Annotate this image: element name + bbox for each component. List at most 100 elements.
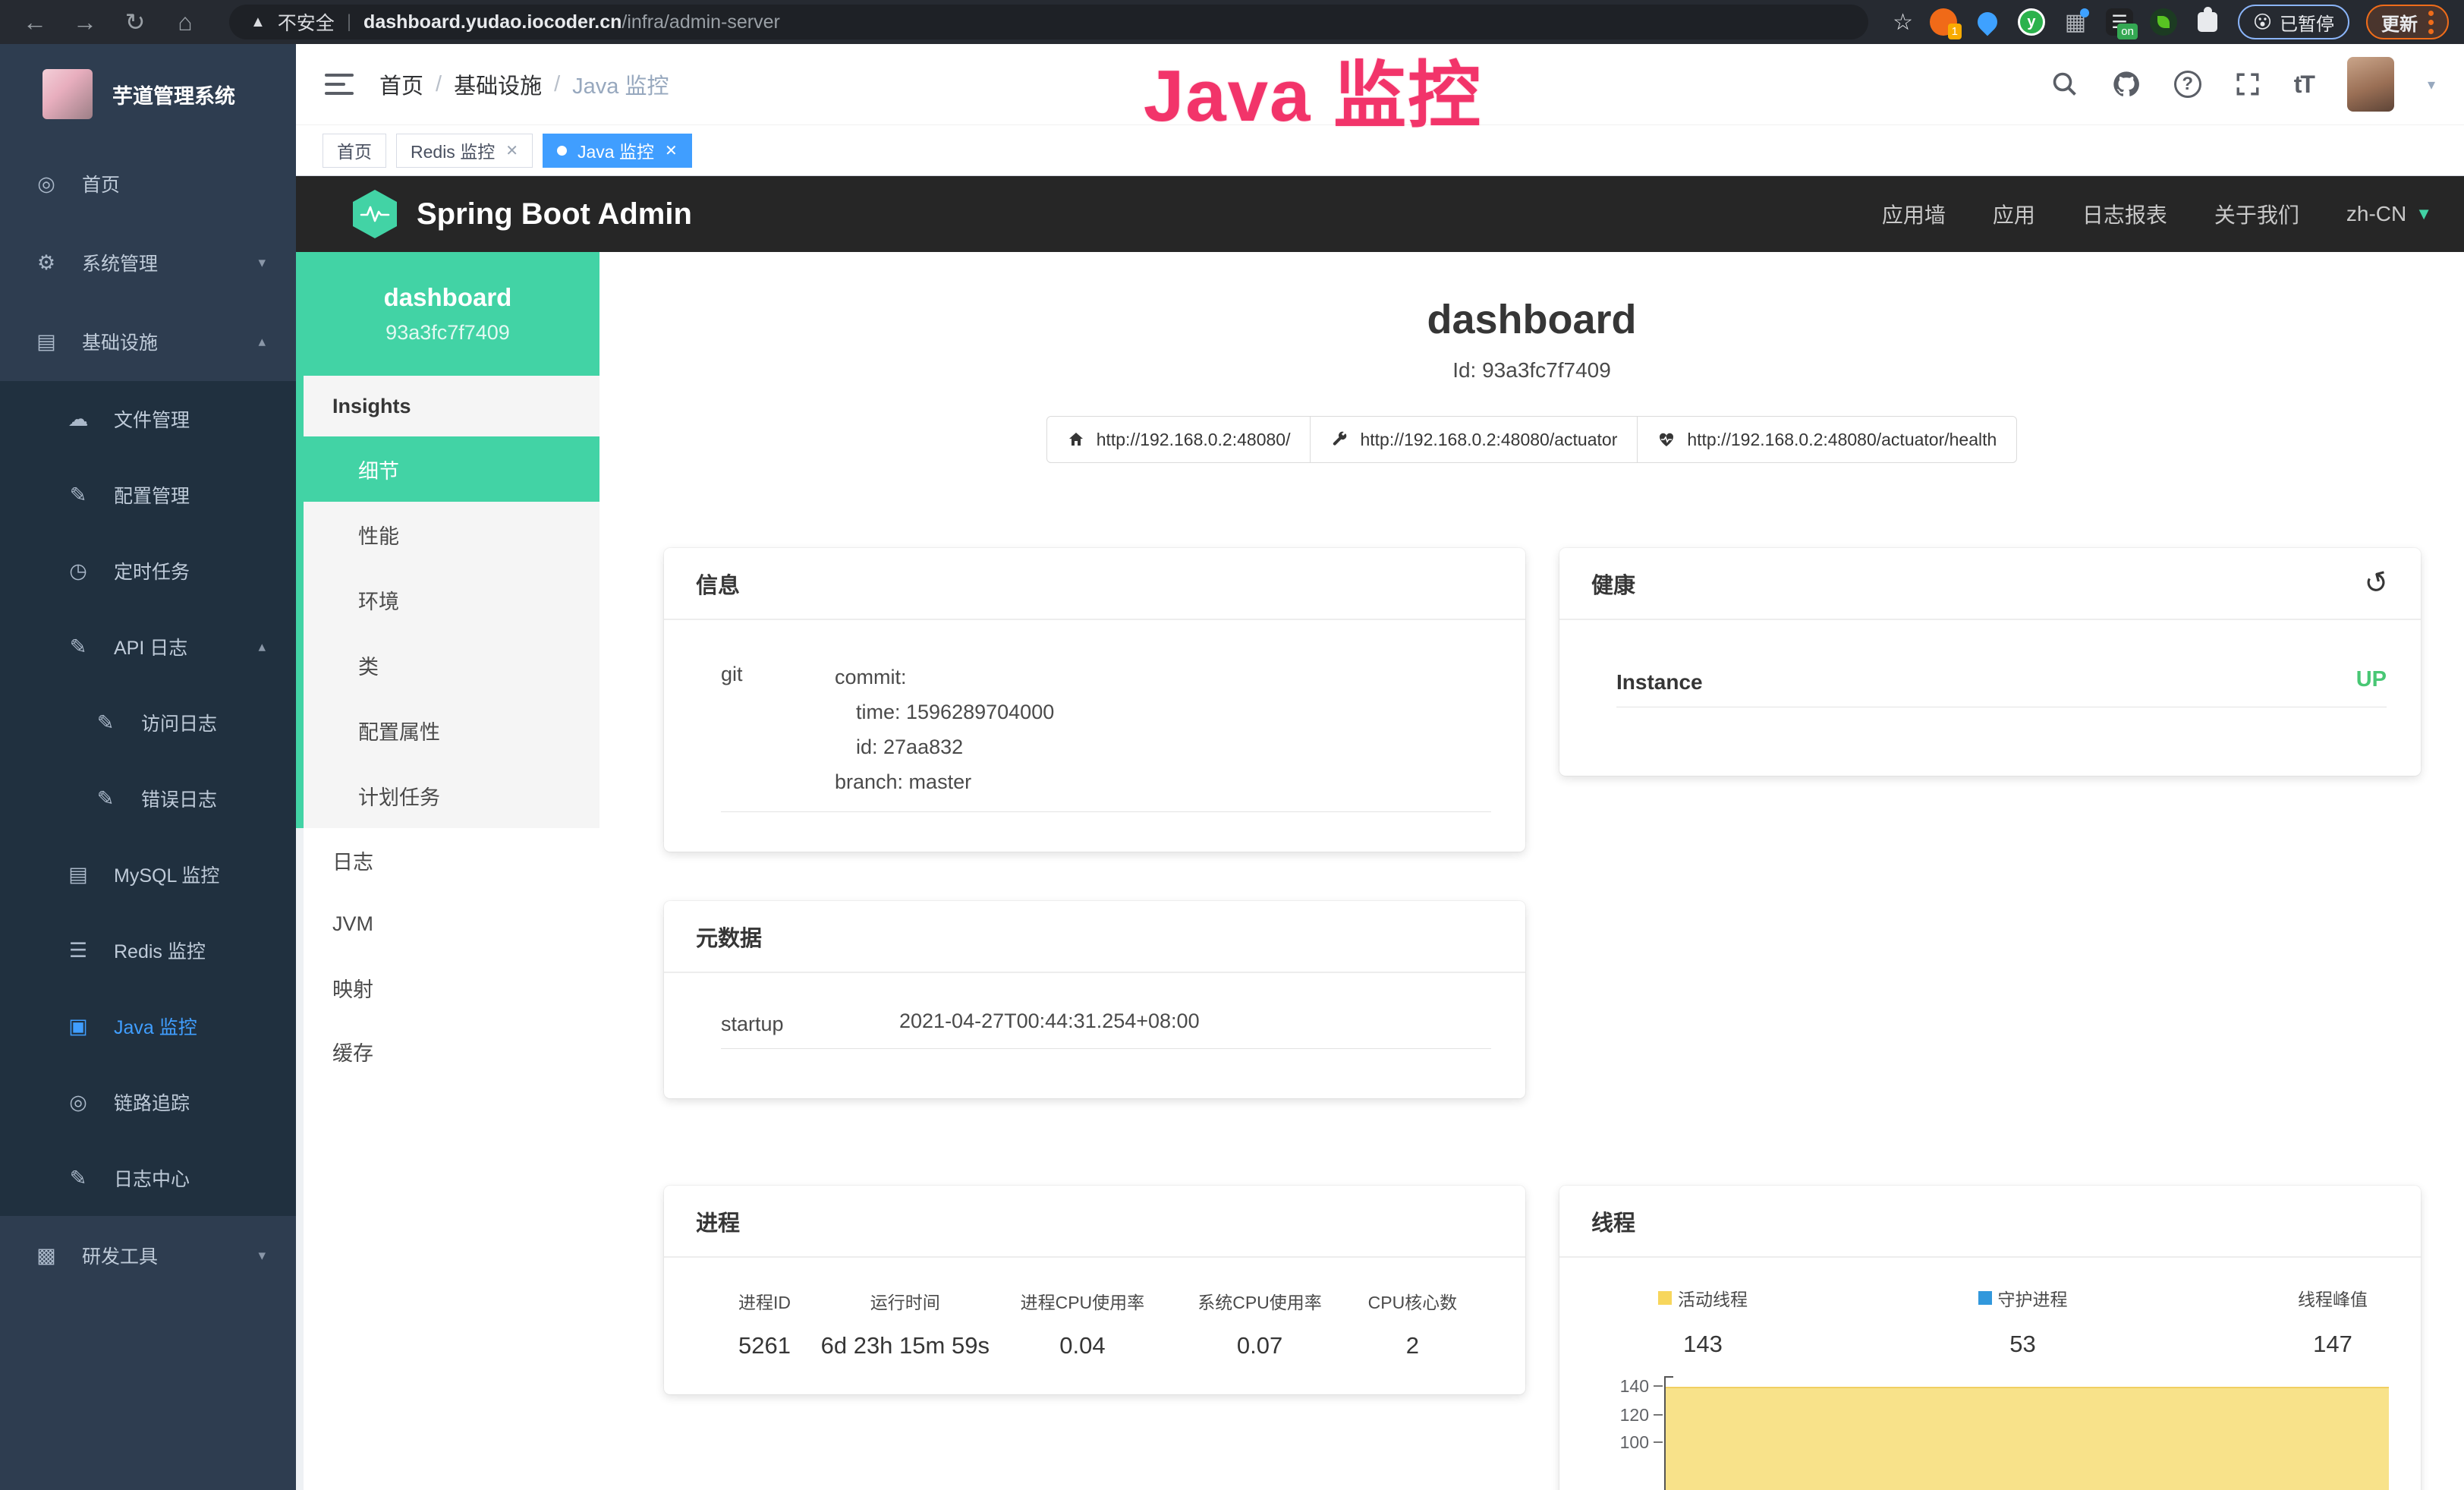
breadcrumb-home[interactable]: 首页: [379, 68, 423, 100]
app-logo-image: [42, 69, 93, 119]
breadcrumb-infrastructure[interactable]: 基础设施: [454, 68, 542, 100]
avatar-caret-icon[interactable]: ▾: [2428, 75, 2435, 94]
help-icon[interactable]: ?: [2174, 71, 2201, 98]
extension-icon-5[interactable]: ☰on: [2106, 8, 2133, 36]
sba-nav-applications[interactable]: 应用: [1993, 199, 2035, 229]
page-url[interactable]: dashboard.yudao.iocoder.cn/infra/admin-s…: [363, 11, 780, 33]
github-icon[interactable]: [2112, 70, 2141, 99]
health-url-button[interactable]: http://192.168.0.2:48080/actuator/health: [1637, 416, 2017, 463]
sidebar-item-config-management[interactable]: ✎ 配置管理: [0, 457, 296, 533]
breadcrumb-separator: /: [436, 72, 442, 97]
breadcrumb: 首页 / 基础设施 / Java 监控: [379, 68, 669, 100]
sba-item-mappings[interactable]: 映射: [304, 956, 599, 1019]
extension-icon-1[interactable]: 1: [1930, 8, 1957, 36]
sidebar-item-redis-monitor[interactable]: ☰ Redis 监控: [0, 912, 296, 988]
sba-item-caches[interactable]: 缓存: [304, 1019, 599, 1083]
update-button[interactable]: 更新: [2366, 5, 2449, 39]
process-uptime: 运行时间 6d 23h 15m 59s: [820, 1288, 991, 1359]
sidebar-item-label: 系统管理: [82, 249, 158, 276]
log-edit-icon: ✎: [62, 635, 94, 659]
browser-toolbar: ← → ↻ ⌂ ▲ 不安全 | dashboard.yudao.iocoder.…: [0, 0, 2464, 44]
infrastructure-icon: ▤: [30, 330, 62, 354]
sba-item-metrics[interactable]: 性能: [304, 502, 599, 567]
reload-icon[interactable]: ↻: [115, 8, 155, 36]
live-threads-swatch: [1658, 1291, 1672, 1305]
user-avatar[interactable]: [2347, 57, 2394, 112]
locale-value: zh-CN: [2346, 202, 2406, 226]
process-card-body: 进程ID 5261 运行时间 6d 23h 15m 59s: [664, 1258, 1525, 1399]
cards-column-right: 健康 ↺ Instance UP: [1559, 548, 2421, 1490]
sidebar-item-infrastructure[interactable]: ▤ 基础设施 ▴: [0, 302, 296, 381]
health-card-header: 健康 ↺: [1559, 548, 2421, 620]
sidebar-item-trace[interactable]: ◎ 链路追踪: [0, 1064, 296, 1140]
health-card-body: Instance UP: [1559, 620, 2421, 707]
close-icon[interactable]: ✕: [665, 141, 678, 160]
extension-icon-6[interactable]: [2150, 8, 2177, 36]
sidebar-item-home[interactable]: ◎ 首页: [0, 144, 296, 223]
font-size-icon[interactable]: tT: [2294, 71, 2314, 99]
actuator-url-button[interactable]: http://192.168.0.2:48080/actuator: [1310, 416, 1638, 463]
back-icon[interactable]: ←: [15, 8, 55, 36]
sba-root-items: 日志 JVM 映射 缓存: [296, 828, 599, 1490]
browser-menu-icon[interactable]: [2428, 11, 2434, 34]
sba-insights-section: Insights 细节 性能 环境 类 配置属性 计划任务: [296, 376, 599, 828]
sidebar-item-label: 访问日志: [141, 709, 217, 736]
close-icon[interactable]: ✕: [505, 141, 518, 160]
extension-on-badge: on: [2117, 24, 2138, 39]
home-icon[interactable]: ⌂: [165, 8, 205, 36]
sidebar-item-scheduled-tasks[interactable]: ◷ 定时任务: [0, 533, 296, 609]
sidebar-item-access-log[interactable]: ✎ 访问日志: [0, 685, 296, 761]
extensions-puzzle-icon[interactable]: [2194, 8, 2221, 36]
paused-badge[interactable]: 😮 已暂停: [2238, 5, 2349, 39]
sba-nav-about[interactable]: 关于我们: [2214, 199, 2299, 229]
search-icon[interactable]: [2051, 71, 2079, 98]
hamburger-icon[interactable]: [325, 74, 354, 95]
history-icon[interactable]: ↺: [2361, 564, 2393, 603]
sba-brand-title[interactable]: Spring Boot Admin: [417, 197, 692, 232]
sidebar-item-label: Java 监控: [114, 1013, 197, 1040]
metadata-row-startup: startup 2021-04-27T00:44:31.254+08:00: [721, 1010, 1491, 1049]
sidebar-item-java-monitor[interactable]: ▣ Java 监控: [0, 988, 296, 1064]
sidebar-item-file-management[interactable]: ☁ 文件管理: [0, 381, 296, 457]
sba-instance-header[interactable]: dashboard 93a3fc7f7409: [296, 252, 599, 376]
main-column: 首页 / 基础设施 / Java 监控 ? tT ▾: [296, 44, 2464, 1490]
sba-locale-select[interactable]: zh-CN ▼: [2346, 202, 2432, 226]
address-bar[interactable]: ▲ 不安全 | dashboard.yudao.iocoder.cn/infra…: [229, 5, 1868, 39]
sba-item-logs[interactable]: 日志: [304, 828, 599, 892]
sidebar-item-error-log[interactable]: ✎ 错误日志: [0, 761, 296, 836]
spring-boot-admin-logo[interactable]: [353, 190, 397, 238]
sidebar-item-log-center[interactable]: ✎ 日志中心: [0, 1140, 296, 1216]
fullscreen-icon[interactable]: [2235, 71, 2261, 97]
sba-item-jvm[interactable]: JVM: [304, 892, 599, 956]
app-logo-row[interactable]: 芋道管理系统: [0, 44, 296, 144]
bookmark-star-icon[interactable]: ☆: [1893, 9, 1913, 36]
sba-item-environment[interactable]: 环境: [304, 567, 599, 632]
security-label[interactable]: 不安全: [278, 8, 335, 36]
sba-nav-journal[interactable]: 日志报表: [2082, 199, 2167, 229]
sidebar-item-label: 日志中心: [114, 1164, 190, 1192]
stat-peak-threads: 线程峰值 147: [2298, 1285, 2368, 1358]
layers-icon: ☰: [62, 939, 94, 962]
service-url-button[interactable]: http://192.168.0.2:48080/: [1046, 416, 1311, 463]
daemon-threads-swatch: [1978, 1291, 1992, 1305]
sidebar-item-api-log[interactable]: ✎ API 日志 ▴: [0, 609, 296, 685]
sidebar-item-mysql-monitor[interactable]: ▤ MySQL 监控: [0, 836, 296, 912]
extension-icon-2[interactable]: [1974, 8, 2001, 36]
threads-card-title: 线程: [1559, 1186, 2421, 1258]
sidebar-item-system-management[interactable]: ⚙ 系统管理 ▾: [0, 223, 296, 302]
sba-item-details[interactable]: 细节: [304, 436, 599, 502]
extension-icon-3[interactable]: y: [2018, 8, 2045, 36]
extension-icon-4[interactable]: ▦: [2062, 8, 2089, 36]
tab-java-monitor[interactable]: Java 监控 ✕: [543, 134, 692, 168]
sidebar-item-label: Redis 监控: [114, 937, 206, 964]
sba-item-classes[interactable]: 类: [304, 632, 599, 698]
forward-icon[interactable]: →: [65, 8, 105, 36]
sidebar-item-dev-tools[interactable]: ▩ 研发工具 ▾: [0, 1216, 296, 1295]
y-axis-tick: 100: [1603, 1432, 1649, 1452]
info-row-label: git: [721, 660, 835, 799]
tab-home[interactable]: 首页: [323, 134, 386, 168]
sba-item-config-props[interactable]: 配置属性: [304, 698, 599, 763]
sba-nav-wallboard[interactable]: 应用墙: [1882, 199, 1946, 229]
sba-item-scheduled-tasks[interactable]: 计划任务: [304, 763, 599, 828]
tab-redis-monitor[interactable]: Redis 监控 ✕: [396, 134, 533, 168]
